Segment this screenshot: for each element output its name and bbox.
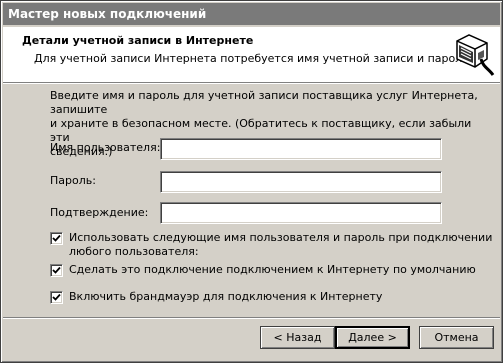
checkmark-icon: [52, 234, 61, 242]
footer-divider: [3, 317, 500, 319]
firewall-checkbox-row[interactable]: Включить брандмауэр для подключения к Ин…: [50, 290, 382, 304]
username-label: Имя пользователя:: [50, 141, 161, 154]
cancel-button[interactable]: Отмена: [419, 326, 494, 349]
next-button[interactable]: Далее >: [335, 326, 410, 349]
use-credentials-for-all-checkbox[interactable]: [50, 232, 63, 245]
password-label: Пароль:: [50, 174, 96, 187]
enable-firewall-checkbox[interactable]: [50, 291, 63, 304]
checkmark-icon: [52, 293, 61, 301]
checkbox-label-line: Использовать следующие имя пользователя …: [69, 231, 493, 244]
page-subtitle: Для учетной записи Интернета потребуется…: [34, 52, 473, 65]
default-connection-checkbox[interactable]: [50, 264, 63, 277]
confirm-password-input[interactable]: [160, 202, 442, 224]
network-cable-icon: [456, 34, 495, 76]
intro-line: Введите имя и пароль для учетной записи …: [50, 89, 478, 116]
wizard-window: Мастер новых подключений Детали учетной …: [0, 0, 503, 363]
window-title: Мастер новых подключений: [8, 7, 207, 21]
default-connection-checkbox-row[interactable]: Сделать это подключение подключением к И…: [50, 263, 476, 277]
checkmark-icon: [52, 266, 61, 274]
title-bar: Мастер новых подключений: [3, 3, 500, 25]
username-input[interactable]: [160, 138, 442, 160]
page-title: Детали учетной записи в Интернете: [22, 34, 254, 47]
back-button[interactable]: < Назад: [260, 326, 335, 349]
default-connection-label: Сделать это подключение подключением к И…: [69, 263, 476, 276]
enable-firewall-label: Включить брандмауэр для подключения к Ин…: [69, 290, 383, 303]
checkbox-label-line: любого пользователя:: [69, 245, 199, 258]
password-input[interactable]: [160, 171, 442, 193]
use-credentials-for-all-label: Использовать следующие имя пользователя …: [69, 231, 492, 259]
confirm-label: Подтверждение:: [50, 206, 149, 219]
wizard-header: Детали учетной записи в Интернете Для уч…: [3, 27, 500, 82]
use-credentials-for-all-checkbox-row[interactable]: Использовать следующие имя пользователя …: [50, 231, 492, 259]
header-divider: [3, 82, 500, 84]
